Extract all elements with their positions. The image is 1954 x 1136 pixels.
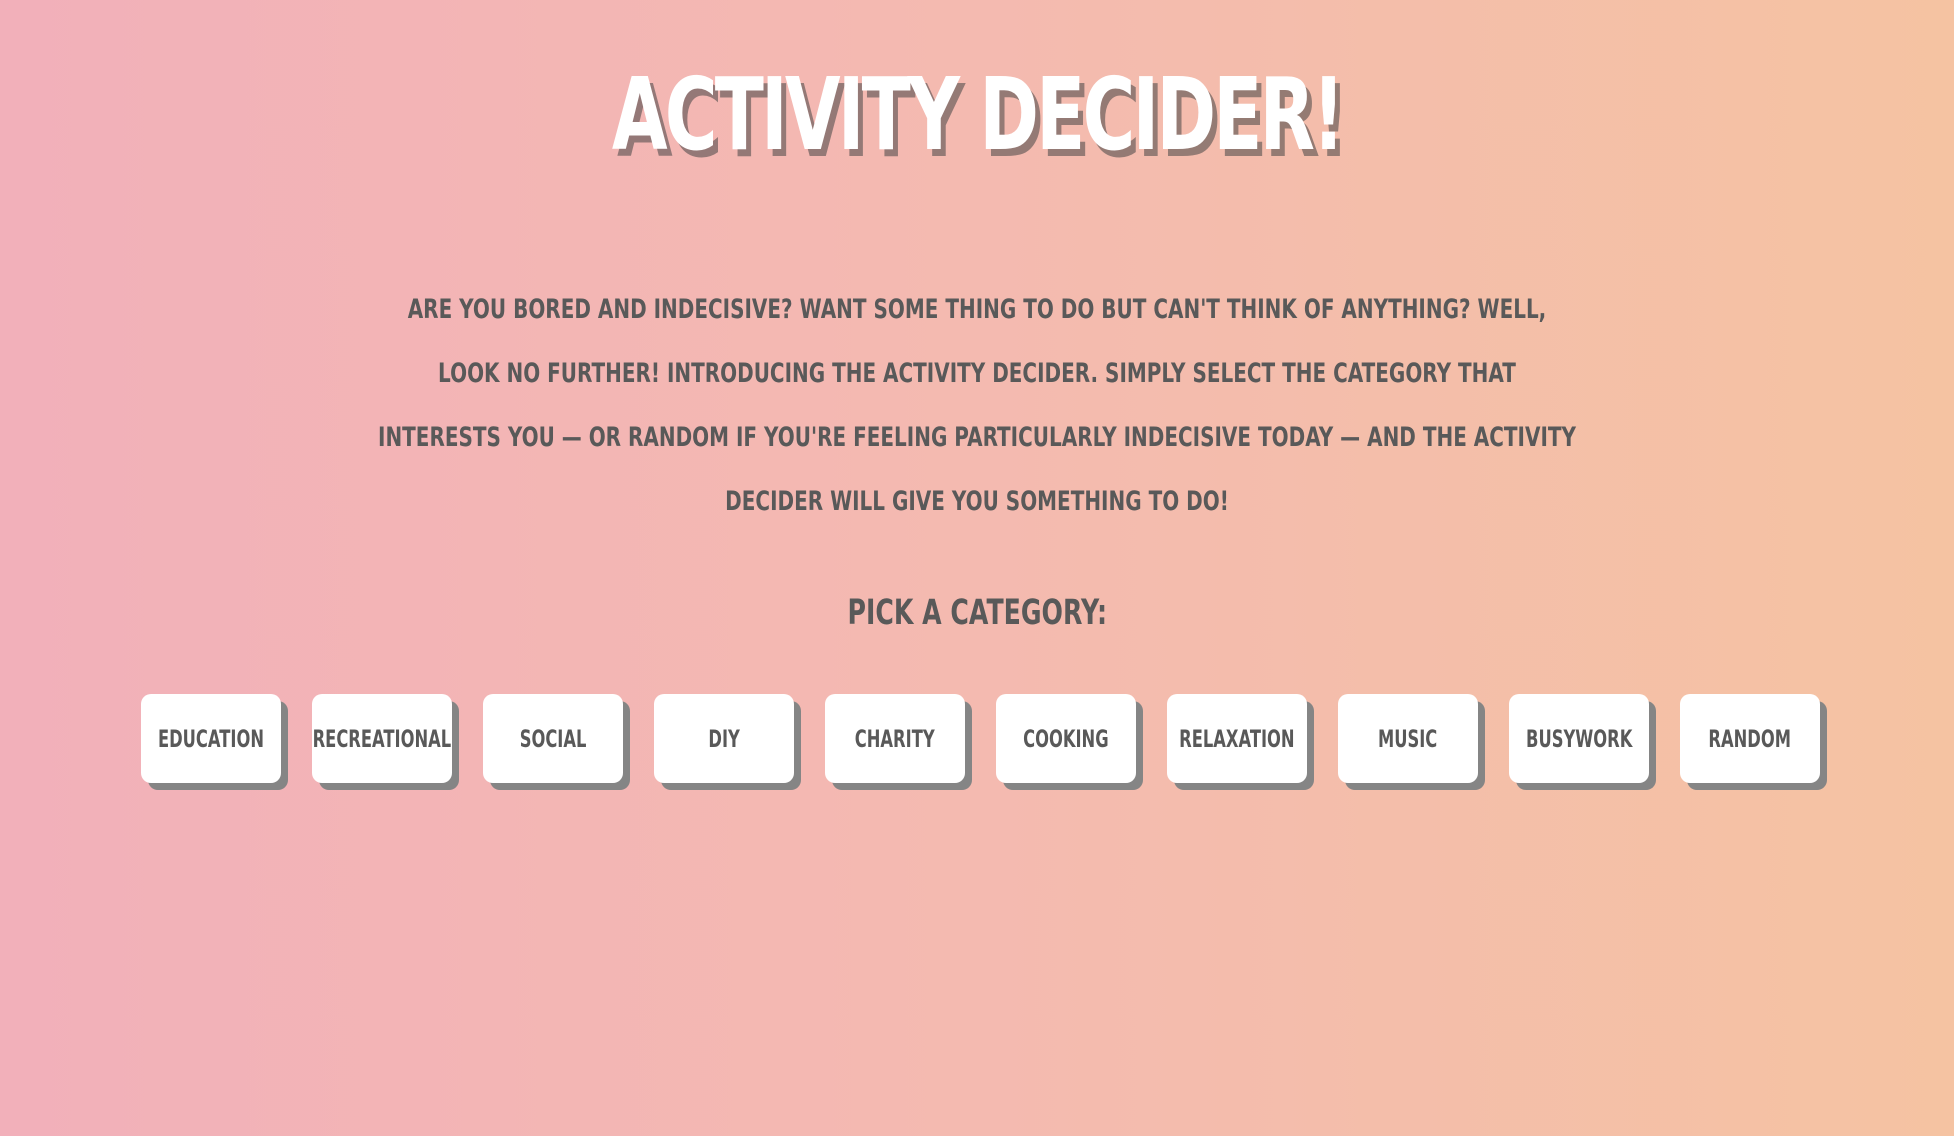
category-buttons: EDUCATION RECREATIONAL SOCIAL DIY CHARIT…: [141, 694, 1831, 783]
education-button[interactable]: EDUCATION: [141, 694, 281, 783]
social-button-label: SOCIAL: [519, 724, 587, 753]
cooking-button[interactable]: COOKING: [996, 694, 1136, 783]
random-button-label: RANDOM: [1708, 724, 1792, 753]
busywork-button[interactable]: BUSYWORK: [1509, 694, 1649, 783]
music-button[interactable]: MUSIC: [1338, 694, 1478, 783]
cooking-button-label: COOKING: [1023, 724, 1109, 753]
intro-text: ARE YOU BORED AND INDECISIVE? WANT SOME …: [378, 294, 1576, 517]
charity-button[interactable]: CHARITY: [825, 694, 965, 783]
diy-button[interactable]: DIY: [654, 694, 794, 783]
page-title: ACTIVITY DECIDER!: [611, 56, 1345, 173]
recreational-button-label: RECREATIONAL: [312, 724, 452, 753]
category-prompt-text: PICK A CATEGORY:: [847, 593, 1107, 633]
random-button[interactable]: RANDOM: [1680, 694, 1820, 783]
charity-button-label: CHARITY: [855, 724, 935, 753]
music-button-label: MUSIC: [1378, 724, 1438, 753]
social-button[interactable]: SOCIAL: [483, 694, 623, 783]
busywork-button-label: BUSYWORK: [1525, 724, 1633, 753]
category-prompt: PICK A CATEGORY:: [0, 588, 1954, 638]
recreational-button[interactable]: RECREATIONAL: [312, 694, 452, 783]
page: ACTIVITY DECIDER! ARE YOU BORED AND INDE…: [0, 0, 1954, 1136]
education-button-label: EDUCATION: [157, 724, 265, 753]
intro-paragraph: ARE YOU BORED AND INDECISIVE? WANT SOME …: [377, 278, 1577, 534]
relaxation-button[interactable]: RELAXATION: [1167, 694, 1307, 783]
relaxation-button-label: RELAXATION: [1179, 724, 1295, 753]
diy-button-label: DIY: [708, 724, 740, 753]
